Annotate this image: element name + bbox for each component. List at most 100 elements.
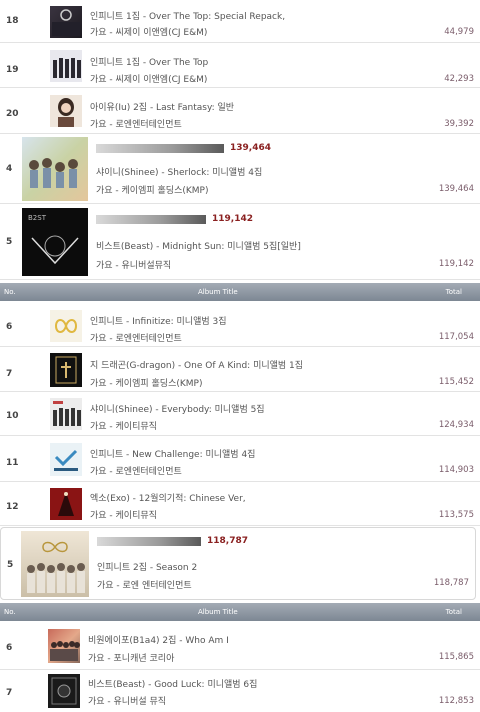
sales-bar (97, 537, 201, 546)
featured-album-row[interactable]: 5 B2ST 119,142 비스트(Beast) - Midnight Sun… (0, 204, 480, 280)
album-cover-image[interactable] (48, 629, 80, 663)
rank-number: 6 (6, 322, 13, 332)
album-art (27, 541, 85, 593)
album-total: 117,054 (438, 332, 474, 342)
album-title[interactable]: 지 드래곤(G-dragon) - One Of A Kind: 미니앨범 1집 (90, 358, 303, 371)
album-label: 가요 - 로엔엔터테인먼트 (90, 120, 182, 130)
rank-number: 5 (7, 560, 14, 570)
album-title[interactable]: 비스트(Beast) - Midnight Sun: 미니앨범 5집[일반] (96, 239, 301, 252)
album-cover-image[interactable] (50, 6, 82, 38)
album-label: 가요 - 유니버설 뮤직 (88, 697, 167, 707)
album-total: 113,575 (438, 510, 474, 520)
header-no: No. (4, 608, 16, 616)
album-title[interactable]: 인피니트 2집 - Season 2 (97, 560, 197, 573)
rank-number: 12 (6, 502, 19, 512)
rank-number: 5 (6, 237, 13, 247)
album-title[interactable]: 샤이니(Shinee) - Everybody: 미니앨범 5집 (90, 402, 265, 415)
album-art: B2ST (28, 214, 79, 265)
rank-number: 11 (6, 458, 19, 468)
rank-number: 20 (6, 109, 19, 119)
album-cover-image[interactable] (50, 443, 82, 476)
album-total: 42,293 (444, 74, 474, 84)
header-album-title: Album Title (198, 288, 238, 296)
album-cover-image[interactable] (48, 674, 80, 708)
album-row[interactable]: 19 인피니트 1집 - Over The Top 가요 - 씨제이 이앤엠(C… (0, 43, 480, 88)
sales-bar-value: 119,142 (212, 214, 253, 224)
album-label: 가요 - 로엔엔터테인먼트 (90, 334, 182, 344)
album-title[interactable]: 인피니트 1집 - Over The Top: Special Repack, (90, 9, 285, 22)
rank-number: 19 (6, 65, 19, 75)
album-title[interactable]: 엑소(Exo) - 12월의기적: Chinese Ver, (90, 491, 246, 504)
sales-bar (96, 144, 224, 153)
album-label: 가요 - 케이티뮤직 (90, 422, 157, 432)
album-cover-image[interactable] (50, 95, 82, 127)
album-title[interactable]: 아이유(Iu) 2집 - Last Fantasy: 일반 (90, 100, 234, 113)
rank-number: 7 (6, 688, 13, 698)
album-total: 139,464 (438, 184, 474, 194)
album-title[interactable]: 비스트(Beast) - Good Luck: 미니앨범 6집 (88, 677, 257, 690)
rank-number: 7 (6, 369, 13, 379)
album-art (58, 98, 74, 127)
album-row[interactable]: 12 엑소(Exo) - 12월의기적: Chinese Ver, 가요 - 케… (0, 482, 480, 526)
album-row[interactable]: 10 샤이니(Shinee) - Everybody: 미니앨범 5집 가요 -… (0, 392, 480, 436)
album-art (54, 449, 78, 471)
header-total: Total (445, 288, 462, 296)
album-art (54, 319, 78, 333)
album-title[interactable]: 인피니트 - Infinitize: 미니앨범 3집 (90, 314, 227, 327)
rank-number: 4 (6, 164, 13, 174)
featured-album-row[interactable]: 5 118,787 인피니트 2집 - Season 2 가요 - 로엔 엔터테… (0, 527, 476, 600)
rank-number: 10 (6, 411, 19, 421)
album-label: 가요 - 로엔엔터테인먼트 (90, 467, 182, 477)
album-title[interactable]: 인피니트 - New Challenge: 미니앨범 4집 (90, 447, 255, 460)
album-label: 가요 - 포니캐년 코리아 (88, 654, 175, 664)
album-art (53, 58, 81, 78)
featured-album-row[interactable]: 4 139,464 샤이니(Shinee) - Sherlock: 미니앨범 4… (0, 134, 480, 204)
album-cover-image[interactable] (50, 50, 82, 82)
album-total: 39,392 (444, 119, 474, 129)
album-total: 124,934 (438, 420, 474, 430)
album-cover-image[interactable] (22, 137, 88, 201)
album-title[interactable]: 샤이니(Shinee) - Sherlock: 미니앨범 4집 (96, 165, 262, 178)
table-header: No. Album Title Total (0, 283, 480, 301)
album-art (50, 641, 80, 661)
album-cover-image[interactable] (50, 398, 82, 430)
table-header: No. Album Title Total (0, 603, 480, 621)
sales-bar (96, 215, 206, 224)
album-art (52, 9, 80, 36)
rank-number: 18 (6, 16, 19, 26)
album-title[interactable]: 비원에이포(B1a4) 2집 - Who Am I (88, 633, 229, 646)
sales-bar-value: 139,464 (230, 143, 271, 153)
album-row[interactable]: 7 지 드래곤(G-dragon) - One Of A Kind: 미니앨범 … (0, 347, 480, 392)
album-total: 112,853 (438, 696, 474, 706)
album-label: 가요 - 케이엠피 홀딩스(KMP) (96, 186, 209, 196)
album-label: 가요 - 유니버설뮤직 (96, 261, 172, 271)
album-label: 가요 - 씨제이 이앤엠(CJ E&M) (90, 28, 208, 38)
sales-bar-value: 118,787 (207, 536, 248, 546)
album-row[interactable]: 6 비원에이포(B1a4) 2집 - Who Am I 가요 - 포니캐년 코리… (0, 624, 480, 670)
rank-number: 6 (6, 643, 13, 653)
header-album-title: Album Title (198, 608, 238, 616)
album-art (58, 492, 74, 516)
album-total: 44,979 (444, 27, 474, 37)
album-label: 가요 - 씨제이 이앤엠(CJ E&M) (90, 75, 208, 85)
album-title[interactable]: 인피니트 1집 - Over The Top (90, 55, 208, 68)
album-cover-image[interactable] (21, 531, 89, 597)
album-total: 115,452 (438, 377, 474, 387)
album-row[interactable]: 11 인피니트 - New Challenge: 미니앨범 4집 가요 - 로엔… (0, 436, 480, 482)
album-art (51, 677, 77, 705)
header-total: Total (445, 608, 462, 616)
album-cover-image[interactable] (50, 353, 82, 387)
album-art (53, 401, 81, 426)
album-cover-image[interactable] (50, 310, 82, 342)
album-row[interactable]: 20 아이유(Iu) 2집 - Last Fantasy: 일반 가요 - 로엔… (0, 88, 480, 134)
album-total: 114,903 (438, 465, 474, 475)
album-row[interactable]: 7 비스트(Beast) - Good Luck: 미니앨범 6집 가요 - 유… (0, 670, 480, 712)
album-cover-image[interactable]: B2ST (22, 208, 88, 276)
album-total: 119,142 (438, 259, 474, 269)
album-cover-image[interactable] (50, 488, 82, 520)
album-label: 가요 - 케이티뮤직 (90, 511, 157, 521)
album-row[interactable]: 18 인피니트 1집 - Over The Top: Special Repac… (0, 0, 480, 43)
album-row[interactable]: 6 인피니트 - Infinitize: 미니앨범 3집 가요 - 로엔엔터테인… (0, 304, 480, 347)
svg-text:B2ST: B2ST (28, 214, 47, 222)
album-art (55, 356, 77, 384)
